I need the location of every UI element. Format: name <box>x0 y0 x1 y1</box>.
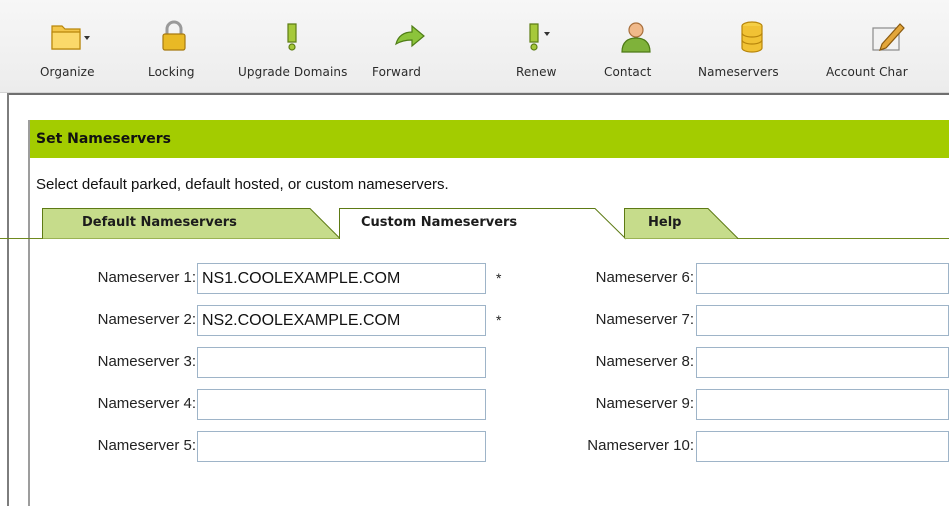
nameserver-9-label: Nameserver 9: <box>595 395 694 412</box>
instruction-text: Select default parked, default hosted, o… <box>36 176 449 193</box>
tab-default-nameservers[interactable]: Default Nameservers <box>42 208 342 239</box>
nameserver-4-label: Nameserver 4: <box>97 395 196 412</box>
frame-left-border <box>7 93 9 506</box>
toolbar-forward[interactable]: Forward <box>372 0 448 93</box>
lock-icon <box>158 20 190 52</box>
toolbar-label: Nameservers <box>698 65 779 79</box>
toolbar-label: Account Char <box>826 65 908 79</box>
nameserver-5-label: Nameserver 5: <box>97 437 196 454</box>
toolbar: Organize Locking Upgrade Domains Forward <box>0 0 949 93</box>
toolbar-label: Locking <box>148 65 195 79</box>
tab-label: Help <box>648 215 682 230</box>
required-marker: * <box>496 312 502 328</box>
nameserver-10-input[interactable] <box>696 431 949 462</box>
nameserver-7-label: Nameserver 7: <box>595 311 694 328</box>
nameserver-10-label: Nameserver 10: <box>587 437 694 454</box>
required-marker: * <box>496 270 502 286</box>
toolbar-account-changes[interactable]: Account Char <box>826 0 949 93</box>
nameserver-1-label: Nameserver 1: <box>97 269 196 286</box>
toolbar-nameservers[interactable]: Nameservers <box>698 0 802 93</box>
nameserver-3-input[interactable] <box>197 347 486 378</box>
nameserver-2-label: Nameserver 2: <box>97 311 196 328</box>
tab-label: Default Nameservers <box>82 215 237 230</box>
panel-title: Set Nameservers <box>36 131 171 147</box>
contact-person-icon <box>618 20 651 53</box>
nameserver-6-label: Nameserver 6: <box>595 269 694 286</box>
nameserver-9-input[interactable] <box>696 389 949 420</box>
nameserver-2-input[interactable] <box>197 305 486 336</box>
edit-pencil-icon <box>870 20 905 52</box>
toolbar-label: Forward <box>372 65 421 79</box>
nameserver-6-input[interactable] <box>696 263 949 294</box>
toolbar-label: Organize <box>40 65 95 79</box>
renew-icon <box>522 20 554 52</box>
toolbar-renew[interactable]: Renew <box>516 0 576 93</box>
toolbar-upgrade-domains[interactable]: Upgrade Domains <box>238 0 360 93</box>
tab-custom-nameservers[interactable]: Custom Nameservers <box>339 208 629 240</box>
frame-divider <box>7 93 949 95</box>
nameserver-8-input[interactable] <box>696 347 949 378</box>
forward-arrow-icon <box>394 20 426 52</box>
toolbar-contact[interactable]: Contact <box>604 0 670 93</box>
panel-left-border <box>28 120 30 506</box>
toolbar-label: Renew <box>516 65 557 79</box>
toolbar-label: Contact <box>604 65 652 79</box>
database-icon <box>736 20 768 53</box>
upgrade-icon <box>276 20 308 52</box>
tab-label: Custom Nameservers <box>361 215 518 230</box>
folder-icon <box>50 20 90 52</box>
toolbar-locking[interactable]: Locking <box>146 0 216 93</box>
nameserver-7-input[interactable] <box>696 305 949 336</box>
nameserver-1-input[interactable] <box>197 263 486 294</box>
panel-header: Set Nameservers <box>28 120 949 158</box>
nameserver-4-input[interactable] <box>197 389 486 420</box>
nameserver-5-input[interactable] <box>197 431 486 462</box>
toolbar-label: Upgrade Domains <box>238 65 348 79</box>
toolbar-organize[interactable]: Organize <box>36 0 116 93</box>
nameserver-3-label: Nameserver 3: <box>97 353 196 370</box>
tab-help[interactable]: Help <box>624 208 744 239</box>
nameserver-8-label: Nameserver 8: <box>595 353 694 370</box>
